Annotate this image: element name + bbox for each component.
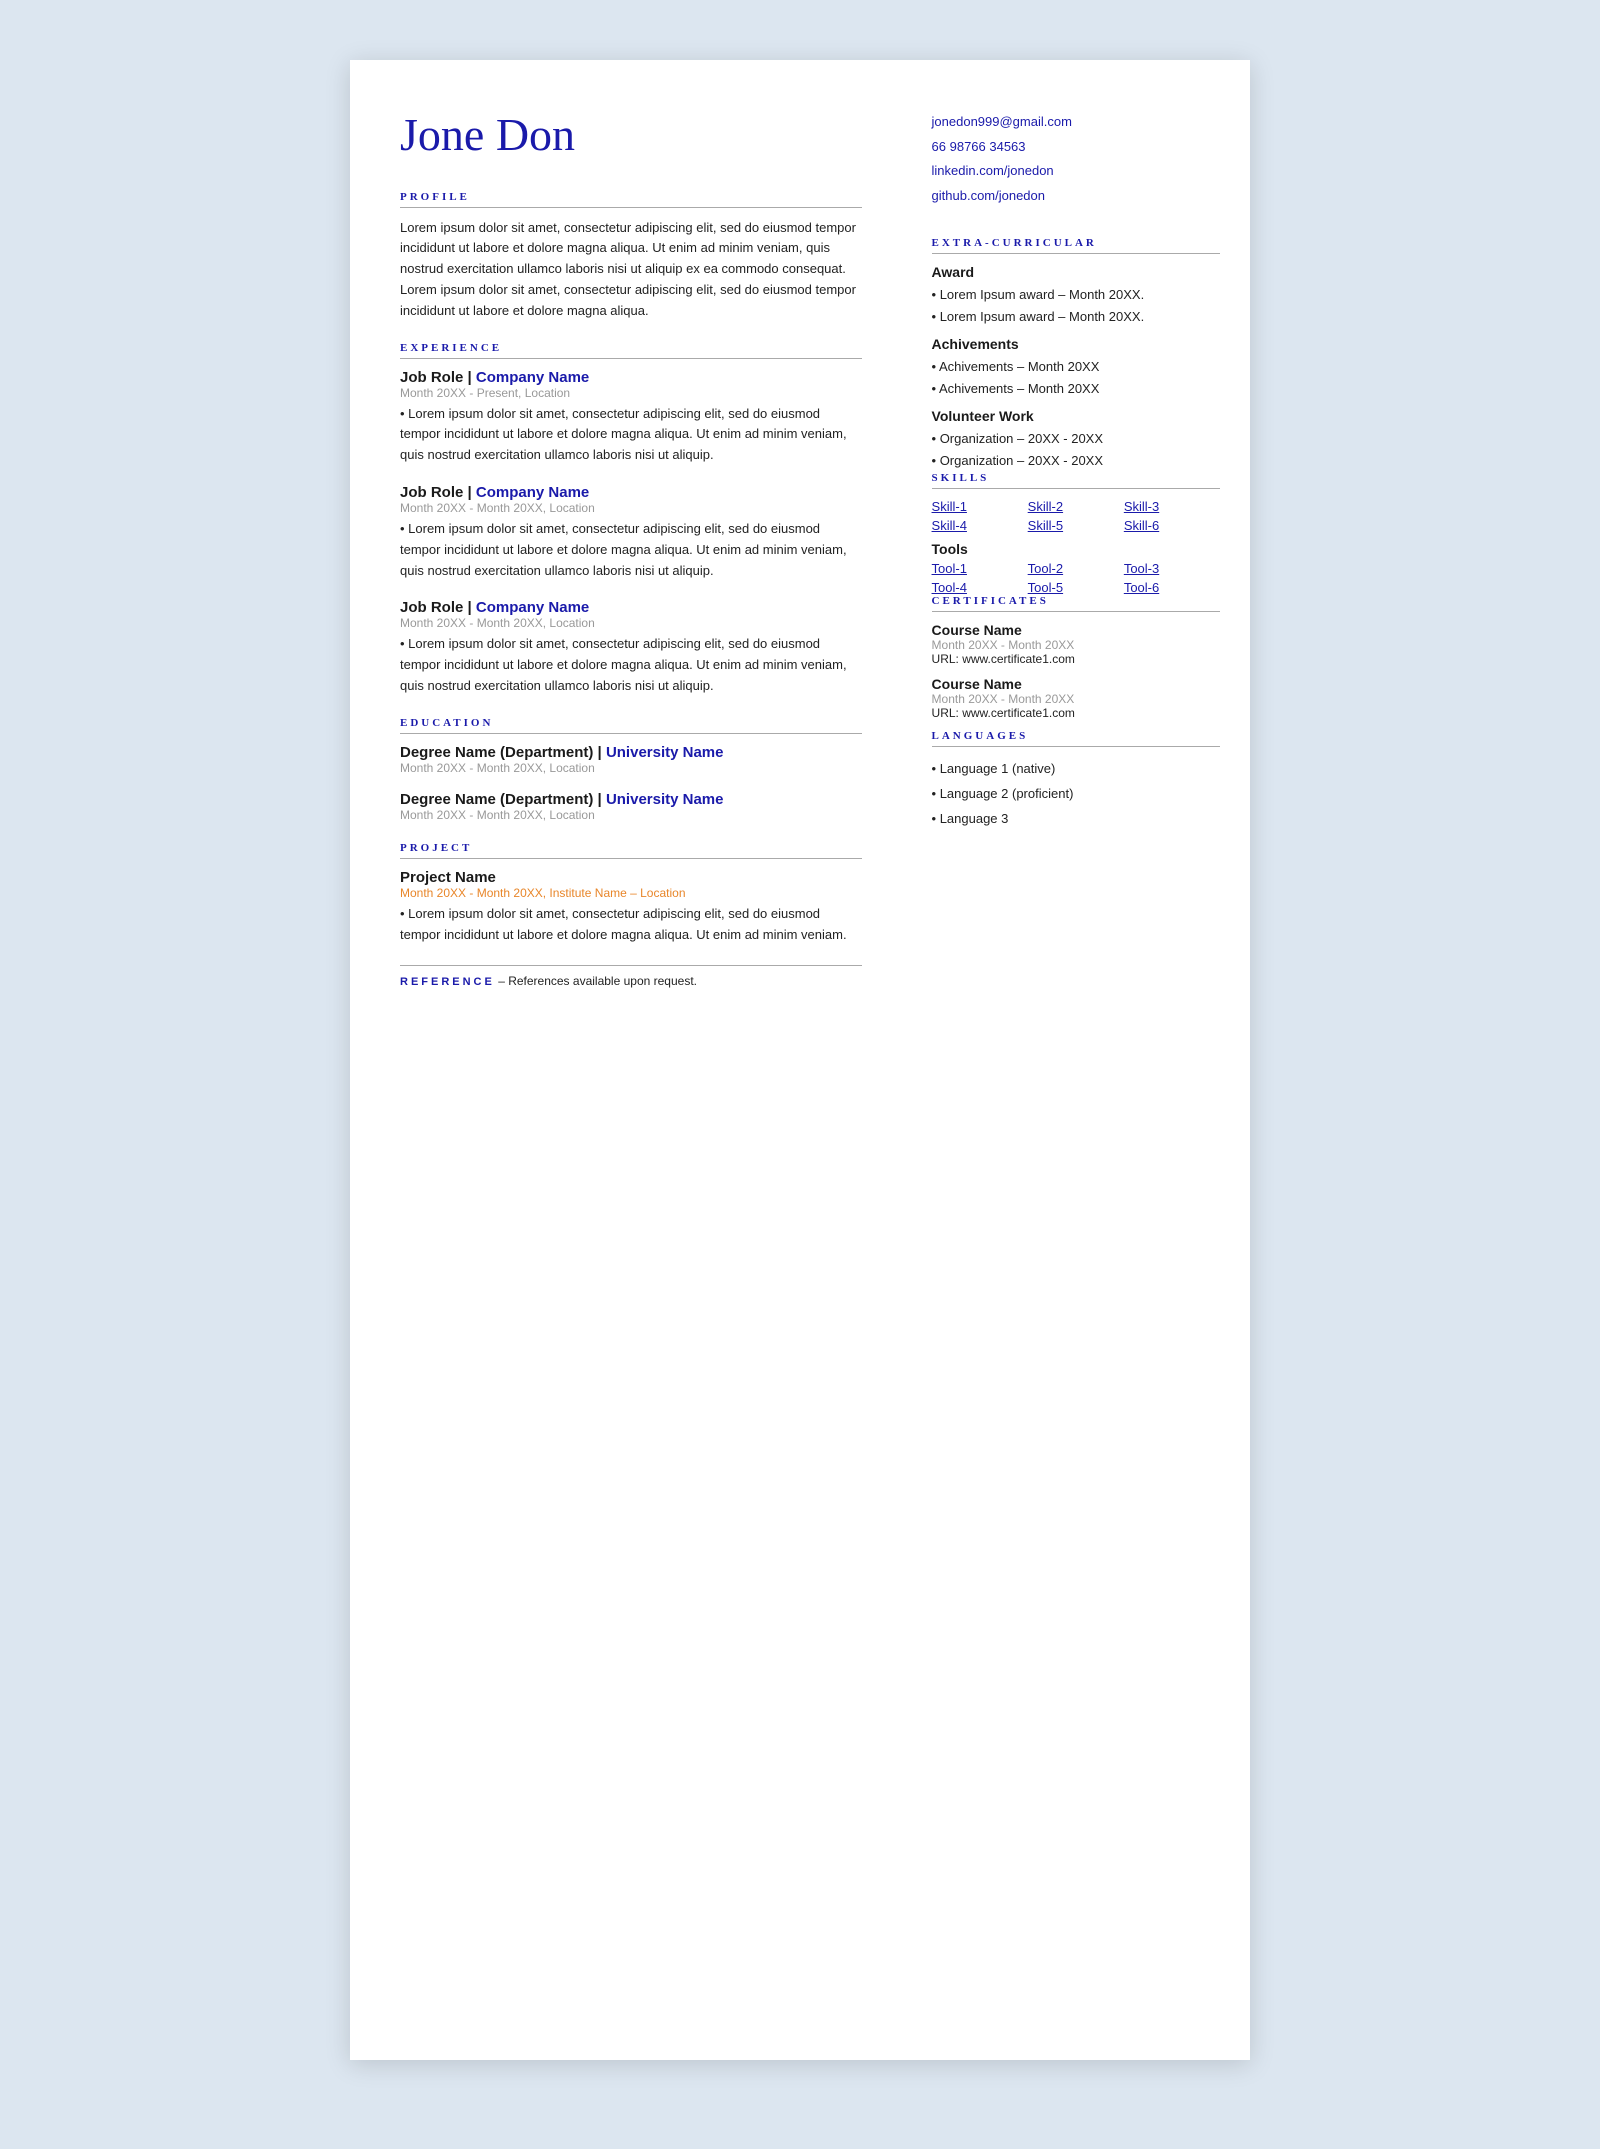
degree-2: Degree Name (Department) | University Na… — [400, 791, 862, 808]
contact-section: jonedon999@gmail.com 66 98766 34563 link… — [932, 110, 1220, 209]
job-title-2: Job Role | Company Name — [400, 484, 862, 501]
cert-url-2: URL: www.certificate1.com — [932, 706, 1220, 720]
award-item-2: • Lorem Ipsum award – Month 20XX. — [932, 306, 1220, 328]
cert-url-1: URL: www.certificate1.com — [932, 652, 1220, 666]
lang-1: • Language 1 (native) — [932, 757, 1220, 782]
experience-entry-1: Job Role | Company Name Month 20XX - Pre… — [400, 369, 862, 466]
job-desc-3: • Lorem ipsum dolor sit amet, consectetu… — [400, 634, 862, 696]
tool-6: Tool-6 — [1124, 580, 1220, 595]
tool-3: Tool-3 — [1124, 561, 1220, 576]
certificates-section: CERTIFICATES Course Name Month 20XX - Mo… — [932, 595, 1220, 720]
contact-github: github.com/jonedon — [932, 184, 1220, 209]
education-entry-2: Degree Name (Department) | University Na… — [400, 791, 862, 822]
award-title: Award — [932, 264, 1220, 280]
project-section: PROJECT Project Name Month 20XX - Month … — [400, 842, 862, 946]
contact-linkedin: linkedin.com/jonedon — [932, 159, 1220, 184]
job-desc-1: • Lorem ipsum dolor sit amet, consectetu… — [400, 404, 862, 466]
job-date-2: Month 20XX - Month 20XX, Location — [400, 501, 862, 515]
volunteer-item-2: • Organization – 20XX - 20XX — [932, 450, 1220, 472]
experience-title: EXPERIENCE — [400, 342, 862, 359]
languages-section: LANGUAGES • Language 1 (native) • Langua… — [932, 730, 1220, 831]
edu-date-1: Month 20XX - Month 20XX, Location — [400, 761, 862, 775]
experience-section: EXPERIENCE Job Role | Company Name Month… — [400, 342, 862, 697]
left-column: Jone Don PROFILE Lorem ipsum dolor sit a… — [350, 60, 902, 2060]
extra-curricular-section: EXTRA-CURRICULAR Award • Lorem Ipsum awa… — [932, 237, 1220, 473]
reference-section: REFERENCE – References available upon re… — [400, 965, 862, 988]
cert-name-2: Course Name — [932, 676, 1220, 692]
reference-text: – References available upon request. — [498, 974, 697, 988]
cert-name-1: Course Name — [932, 622, 1220, 638]
volunteer-item-1: • Organization – 20XX - 20XX — [932, 428, 1220, 450]
skill-5: Skill-5 — [1028, 518, 1124, 533]
name-section: Jone Don — [400, 110, 862, 161]
cert-date-2: Month 20XX - Month 20XX — [932, 692, 1220, 706]
volunteer-title: Volunteer Work — [932, 408, 1220, 424]
skill-1: Skill-1 — [932, 499, 1028, 514]
extra-curricular-title: EXTRA-CURRICULAR — [932, 237, 1220, 254]
achievement-item-2: • Achivements – Month 20XX — [932, 378, 1220, 400]
skill-2: Skill-2 — [1028, 499, 1124, 514]
resume-page: Jone Don PROFILE Lorem ipsum dolor sit a… — [350, 60, 1250, 2060]
job-date-3: Month 20XX - Month 20XX, Location — [400, 616, 862, 630]
profile-text: Lorem ipsum dolor sit amet, consectetur … — [400, 218, 862, 322]
profile-section: PROFILE Lorem ipsum dolor sit amet, cons… — [400, 191, 862, 322]
project-date-1: Month 20XX - Month 20XX, Institute Name … — [400, 886, 862, 900]
project-desc-1: • Lorem ipsum dolor sit amet, consectetu… — [400, 904, 862, 946]
cert-entry-1: Course Name Month 20XX - Month 20XX URL:… — [932, 622, 1220, 666]
experience-entry-3: Job Role | Company Name Month 20XX - Mon… — [400, 599, 862, 696]
edu-date-2: Month 20XX - Month 20XX, Location — [400, 808, 862, 822]
tools-grid: Tool-1 Tool-2 Tool-3 Tool-4 Tool-5 Tool-… — [932, 561, 1220, 595]
skill-3: Skill-3 — [1124, 499, 1220, 514]
achievements-title: Achivements — [932, 336, 1220, 352]
tool-4: Tool-4 — [932, 580, 1028, 595]
experience-entry-2: Job Role | Company Name Month 20XX - Mon… — [400, 484, 862, 581]
education-section: EDUCATION Degree Name (Department) | Uni… — [400, 717, 862, 822]
cert-entry-2: Course Name Month 20XX - Month 20XX URL:… — [932, 676, 1220, 720]
job-title-3: Job Role | Company Name — [400, 599, 862, 616]
tool-2: Tool-2 — [1028, 561, 1124, 576]
project-title: PROJECT — [400, 842, 862, 859]
reference-label: REFERENCE — [400, 976, 495, 988]
contact-phone: 66 98766 34563 — [932, 135, 1220, 160]
skill-4: Skill-4 — [932, 518, 1028, 533]
skill-6: Skill-6 — [1124, 518, 1220, 533]
award-item-1: • Lorem Ipsum award – Month 20XX. — [932, 284, 1220, 306]
job-desc-2: • Lorem ipsum dolor sit amet, consectetu… — [400, 519, 862, 581]
project-entry-1: Project Name Month 20XX - Month 20XX, In… — [400, 869, 862, 946]
candidate-name: Jone Don — [400, 110, 862, 161]
job-title-1: Job Role | Company Name — [400, 369, 862, 386]
right-column: jonedon999@gmail.com 66 98766 34563 link… — [902, 60, 1250, 2060]
cert-date-1: Month 20XX - Month 20XX — [932, 638, 1220, 652]
education-title: EDUCATION — [400, 717, 862, 734]
tool-5: Tool-5 — [1028, 580, 1124, 595]
education-entry-1: Degree Name (Department) | University Na… — [400, 744, 862, 775]
skills-grid: Skill-1 Skill-2 Skill-3 Skill-4 Skill-5 … — [932, 499, 1220, 533]
lang-2: • Language 2 (proficient) — [932, 782, 1220, 807]
degree-1: Degree Name (Department) | University Na… — [400, 744, 862, 761]
languages-title: LANGUAGES — [932, 730, 1220, 747]
profile-title: PROFILE — [400, 191, 862, 208]
certificates-title: CERTIFICATES — [932, 595, 1220, 612]
skills-section: SKILLS Skill-1 Skill-2 Skill-3 Skill-4 S… — [932, 472, 1220, 595]
achievement-item-1: • Achivements – Month 20XX — [932, 356, 1220, 378]
project-name-1: Project Name — [400, 869, 862, 886]
contact-email: jonedon999@gmail.com — [932, 110, 1220, 135]
skills-title: SKILLS — [932, 472, 1220, 489]
tool-1: Tool-1 — [932, 561, 1028, 576]
lang-3: • Language 3 — [932, 807, 1220, 832]
job-date-1: Month 20XX - Present, Location — [400, 386, 862, 400]
tools-title: Tools — [932, 541, 1220, 557]
